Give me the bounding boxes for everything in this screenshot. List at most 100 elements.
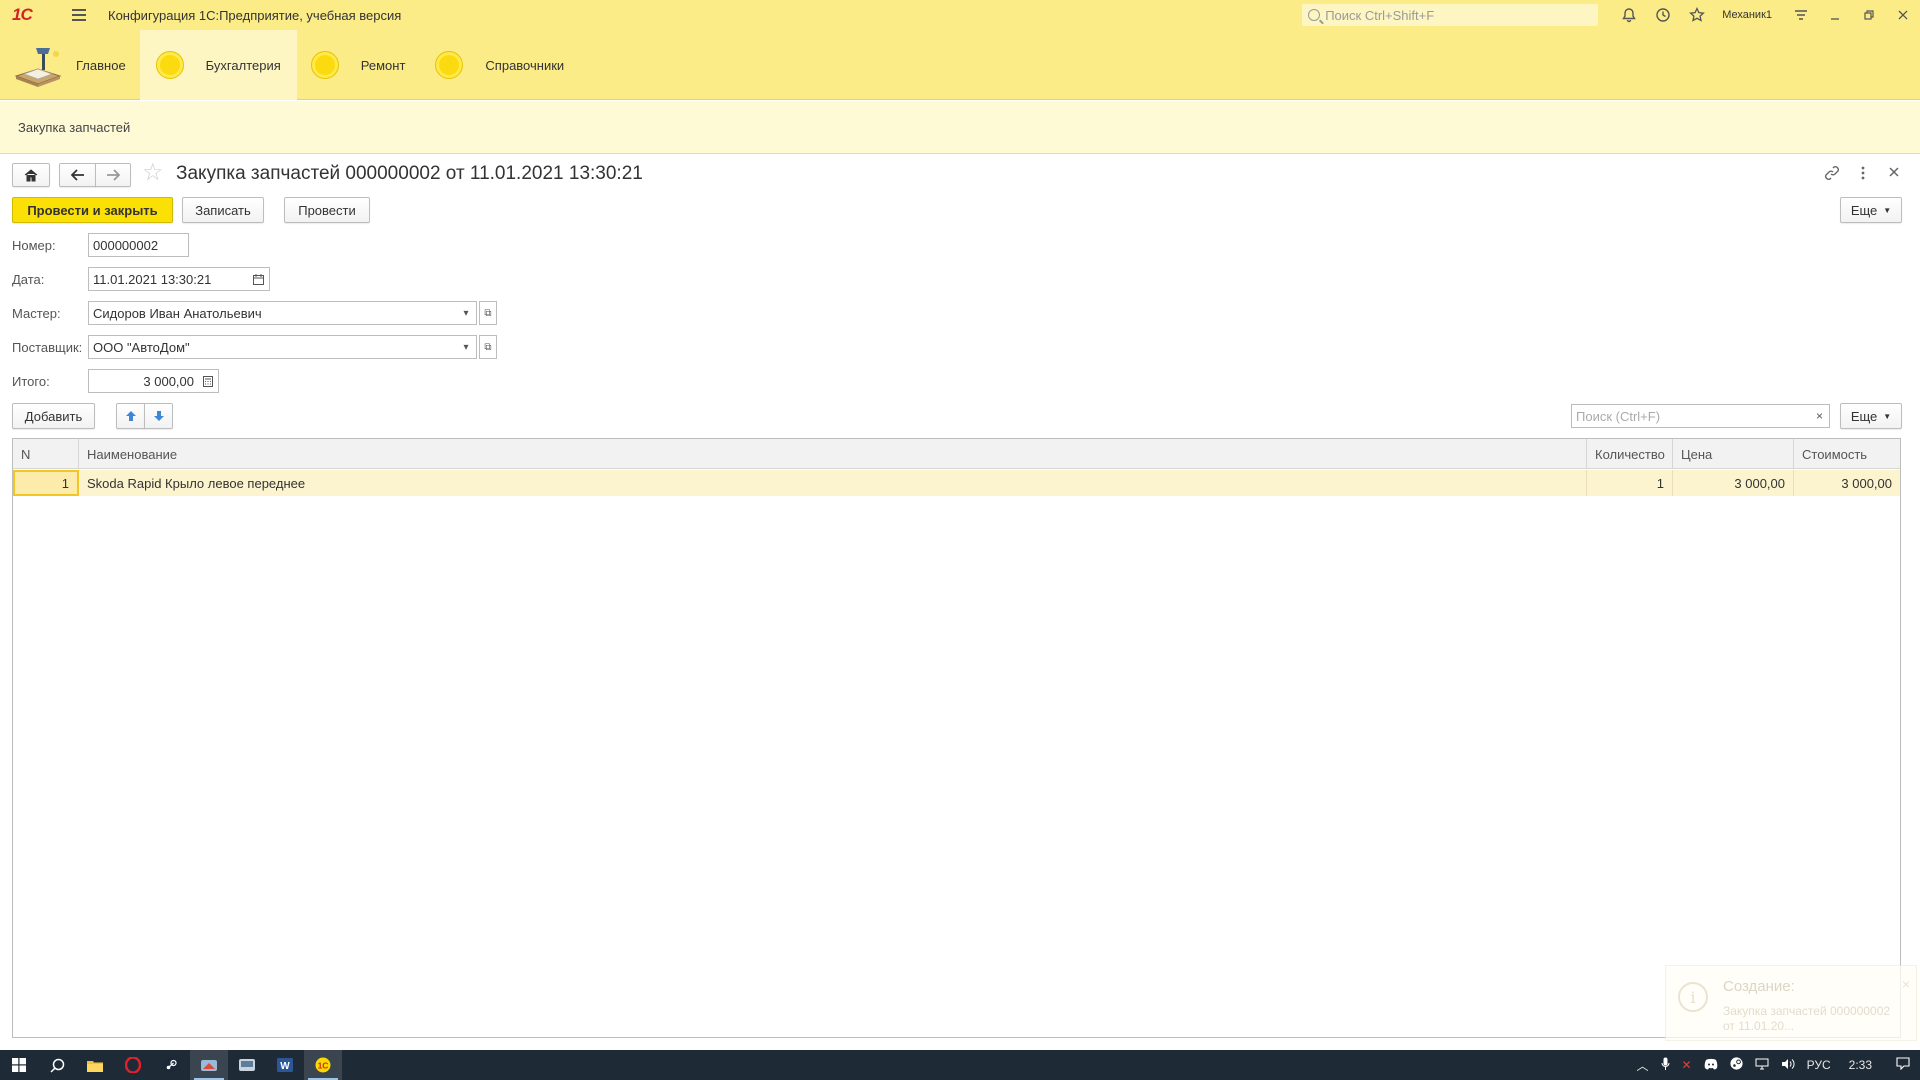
arrow-down-icon [153, 411, 164, 421]
cell-n[interactable]: 1 [13, 470, 79, 496]
notification-title: Создание: [1723, 978, 1795, 995]
action-center-icon[interactable] [1896, 1057, 1910, 1073]
more-actions-label: Еще [1850, 202, 1878, 218]
restore-icon[interactable] [1852, 0, 1886, 30]
post-and-close-button[interactable]: Провести и закрыть [12, 197, 173, 223]
section-accounting[interactable]: Бухгалтерия [139, 30, 297, 100]
master-open-icon[interactable]: ⧉ [479, 301, 497, 325]
network-icon[interactable] [1755, 1058, 1769, 1073]
title-bar: 1С Конфигурация 1С:Предприятие, учебная … [0, 0, 1920, 30]
arrow-left-icon [70, 169, 84, 181]
svg-text:W: W [280, 1061, 290, 1072]
volume-icon[interactable] [1781, 1058, 1795, 1073]
section-repair[interactable]: Ремонт [297, 30, 420, 100]
tray-steam-icon[interactable] [1730, 1057, 1743, 1073]
1c-taskbar-icon[interactable]: 1С [304, 1050, 342, 1080]
catalogs-section-icon [435, 51, 464, 79]
taskbar-search-icon[interactable] [38, 1050, 76, 1080]
app-logo: 1С [12, 5, 33, 24]
close-form-icon[interactable] [1888, 165, 1900, 182]
open-window-tab[interactable]: Закупка запчастей [18, 120, 130, 135]
cell-quantity[interactable]: 1 [1587, 470, 1673, 496]
more-actions-button[interactable]: Еще ▼ [1840, 197, 1902, 223]
form-title: Закупка запчастей 000000002 от 11.01.202… [176, 163, 643, 184]
chevron-down-icon: ▼ [1883, 205, 1892, 215]
move-up-button[interactable] [116, 403, 145, 429]
steam-icon[interactable] [152, 1050, 190, 1080]
link-icon[interactable] [1824, 165, 1840, 185]
supplier-field[interactable]: ООО "АвтоДом" [88, 335, 457, 359]
table-more-chevron-icon: ▼ [1883, 411, 1892, 421]
supplier-open-icon[interactable]: ⧉ [479, 335, 497, 359]
app-taskbar-icon-2[interactable] [228, 1050, 266, 1080]
master-label: Мастер: [12, 306, 61, 321]
section-main[interactable]: Главное [0, 30, 140, 100]
column-header-n[interactable]: N [13, 439, 79, 469]
open-windows-panel: Закупка запчастей [0, 101, 1920, 154]
file-explorer-icon[interactable] [76, 1050, 114, 1080]
calendar-icon[interactable] [248, 267, 270, 291]
table-row[interactable]: 1 Skoda Rapid Крыло левое переднее 1 3 0… [13, 470, 1900, 496]
main-menu-icon[interactable] [68, 4, 90, 26]
opera-icon[interactable] [114, 1050, 152, 1080]
clock[interactable]: 2:33 [1849, 1058, 1872, 1072]
repair-section-icon [310, 51, 339, 79]
clear-search-icon[interactable]: × [1810, 404, 1830, 428]
current-user[interactable]: Механик1 [1722, 9, 1772, 21]
global-search-input[interactable]: Поиск Ctrl+Shift+F [1302, 4, 1599, 26]
back-button[interactable] [59, 163, 96, 187]
more-vertical-icon[interactable] [1860, 165, 1866, 185]
column-header-quantity[interactable]: Количество [1587, 439, 1673, 469]
tray-expand-icon[interactable]: ︿ [1637, 1057, 1649, 1074]
word-icon[interactable]: W [266, 1050, 304, 1080]
cell-price[interactable]: 3 000,00 [1673, 470, 1794, 496]
sections-panel: Главное Бухгалтерия Ремонт Справочники [0, 30, 1920, 100]
column-header-cost[interactable]: Стоимость [1794, 439, 1900, 469]
microphone-icon[interactable] [1661, 1057, 1670, 1074]
post-button[interactable]: Провести [284, 197, 370, 223]
notification-close-icon[interactable]: × [1902, 976, 1910, 992]
calculator-icon[interactable] [198, 369, 219, 393]
section-repair-label: Ремонт [360, 57, 406, 73]
arrow-right-icon [107, 169, 120, 181]
table-more-button[interactable]: Еще ▼ [1840, 403, 1902, 429]
table-search-input[interactable]: Поиск (Ctrl+F) [1571, 404, 1811, 428]
main-section-icon [12, 42, 64, 88]
supplier-dropdown-icon[interactable]: ▾ [456, 335, 477, 359]
column-header-price[interactable]: Цена [1673, 439, 1794, 469]
table-search-placeholder: Поиск (Ctrl+F) [1576, 408, 1661, 424]
cell-cost[interactable]: 3 000,00 [1794, 470, 1900, 496]
move-down-button[interactable] [144, 403, 173, 429]
add-row-button[interactable]: Добавить [12, 403, 95, 429]
master-field[interactable]: Сидоров Иван Анатольевич [88, 301, 457, 325]
discord-icon[interactable] [1704, 1058, 1718, 1073]
date-field[interactable]: 11.01.2021 13:30:21 [88, 267, 249, 291]
favorite-star-icon[interactable]: ☆ [142, 161, 164, 185]
section-catalogs[interactable]: Справочники [419, 30, 578, 100]
history-icon[interactable] [1646, 0, 1680, 30]
section-catalogs-label: Справочники [485, 57, 565, 73]
master-dropdown-icon[interactable]: ▾ [456, 301, 477, 325]
cell-name[interactable]: Skoda Rapid Крыло левое переднее [79, 470, 1587, 496]
global-search-placeholder: Поиск Ctrl+Shift+F [1325, 7, 1435, 23]
number-field[interactable]: 000000002 [88, 233, 189, 257]
forward-button[interactable] [95, 163, 131, 187]
home-icon [24, 169, 38, 182]
favorites-star-icon[interactable] [1680, 0, 1714, 30]
total-field[interactable]: 3 000,00 [88, 369, 199, 393]
column-header-name[interactable]: Наименование [79, 439, 1587, 469]
system-tray: ︿ ✕ РУС 2:33 [1631, 1050, 1920, 1080]
minimize-icon[interactable] [1818, 0, 1852, 30]
save-button[interactable]: Записать [182, 197, 264, 223]
close-window-icon[interactable] [1886, 0, 1920, 30]
bell-icon[interactable] [1612, 0, 1646, 30]
tray-app-icon-red[interactable]: ✕ [1682, 1058, 1692, 1072]
home-button[interactable] [12, 163, 50, 187]
windows-start-icon[interactable] [0, 1050, 38, 1080]
info-icon: i [1678, 982, 1708, 1012]
keyboard-language[interactable]: РУС [1807, 1058, 1831, 1072]
arrow-up-icon [125, 411, 136, 421]
notification-popup[interactable]: i Создание: Закупка запчастей 000000002 … [1665, 965, 1917, 1041]
app-taskbar-icon-1[interactable] [190, 1050, 228, 1080]
settings-menu-icon[interactable] [1784, 0, 1818, 30]
